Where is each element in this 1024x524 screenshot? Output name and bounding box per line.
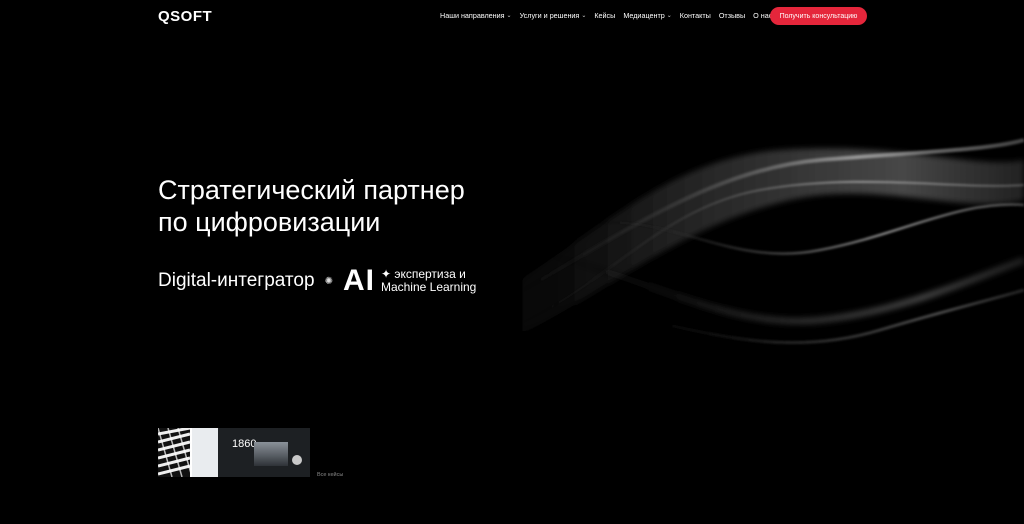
all-cases-link[interactable]: Все кейсы [317,472,343,478]
hero-title-line-1: Стратегический партнер [158,175,465,205]
case-2-image [254,442,288,466]
nav-item-2[interactable]: Кейсы [594,11,615,20]
main-nav: Наши направления ⌄ Услуги и решения ⌄ Кейсы М… [440,11,772,20]
get-consultation-button[interactable]: Получить консультацию [770,7,867,25]
ai-label: AI [342,264,375,297]
hero-background [0,0,1024,524]
nav-item-label: Услуги и решения [519,11,580,20]
nav-item-1[interactable]: Услуги и решения ⌄ [520,11,587,20]
logo[interactable]: QSOFT [158,8,212,25]
site-header: QSOFT Наши направления ⌄ Услуги и решения ⌄… [0,0,1024,34]
nav-item-3[interactable]: Медиацентр ⌄ [623,11,671,20]
case-2-year: 1860 [232,438,257,450]
sparkle-icon: ✺ [324,275,333,287]
chevron-down-icon: ⌄ [506,13,512,19]
nav-item-label: Контакты [679,11,711,20]
hero-subtitle: Digital-интегратор ✺ AI ✦ экспертиза и M… [158,264,476,298]
ml-expertise-line-2: Machine Learning [380,280,477,294]
hero-title-line-2: по цифровизации [158,207,381,237]
case-card-2[interactable]: 1860 [218,428,310,477]
case-card-1[interactable] [158,428,218,477]
case-2-badge-icon [292,455,302,465]
nav-item-label: Наши направления [440,11,505,20]
nav-item-label: Медиацентр [623,11,665,20]
nav-item-5[interactable]: Отзывы [719,11,745,20]
nav-item-label: Кейсы [594,11,616,20]
chevron-down-icon: ⌄ [666,13,672,19]
cases-strip: 1860 [158,428,310,477]
ml-expertise-label: ✦ экспертиза и Machine Learning [381,268,476,294]
chevron-down-icon: ⌄ [581,13,587,19]
case-1-image [158,428,218,477]
nav-item-4[interactable]: Контакты [680,11,711,20]
nav-item-label: Отзывы [718,11,746,20]
nav-item-0[interactable]: Наши направления ⌄ [440,11,512,20]
digital-integrator-label: Digital-интегратор [158,270,315,291]
hero-title: Стратегический партнер по цифровизации [158,174,465,238]
